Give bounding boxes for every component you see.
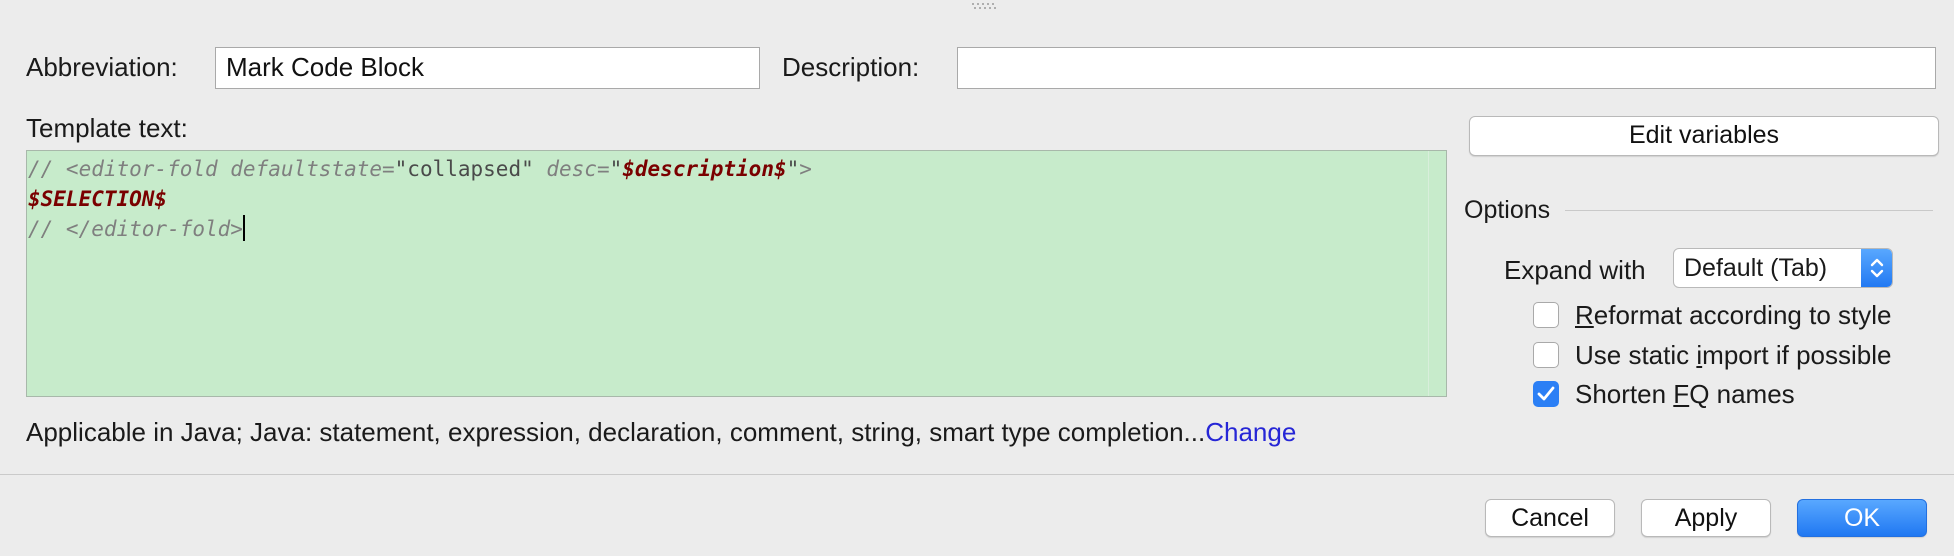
mnemonic-letter: R bbox=[1575, 300, 1594, 330]
template-text-label: Template text: bbox=[26, 113, 188, 143]
options-title: Options bbox=[1464, 196, 1551, 224]
abbreviation-label: Abbreviation: bbox=[26, 52, 178, 82]
code-token: $description$ bbox=[622, 157, 787, 181]
template-text-editor[interactable]: // <editor-fold defaultstate="collapsed"… bbox=[26, 150, 1447, 397]
label-text: Use static bbox=[1575, 340, 1697, 370]
label-text: eformat according to style bbox=[1593, 300, 1892, 330]
option-checkbox[interactable] bbox=[1533, 342, 1559, 368]
code-token: // <editor-fold defaultstate= bbox=[28, 157, 395, 181]
cancel-button[interactable]: Cancel bbox=[1485, 499, 1615, 537]
abbreviation-input[interactable]: Mark Code Block bbox=[215, 47, 760, 89]
code-line: $SELECTION$ bbox=[27, 184, 1446, 214]
description-label: Description: bbox=[782, 52, 920, 82]
change-context-link[interactable]: Change bbox=[1205, 417, 1296, 447]
expand-with-label: Expand with bbox=[1504, 255, 1646, 285]
options-divider bbox=[1565, 210, 1933, 211]
mnemonic-letter: F bbox=[1673, 379, 1690, 409]
code-token: "collapsed" bbox=[394, 157, 534, 181]
ok-button[interactable]: OK bbox=[1797, 499, 1927, 537]
apply-button[interactable]: Apply bbox=[1641, 499, 1771, 537]
option-checkbox-label[interactable]: Reformat according to style bbox=[1575, 300, 1891, 331]
applicable-text: Applicable in Java; Java: statement, exp… bbox=[26, 417, 1206, 447]
expand-with-value: Default (Tab) bbox=[1684, 254, 1828, 282]
text-caret bbox=[242, 215, 245, 241]
edit-variables-button[interactable]: Edit variables bbox=[1469, 116, 1939, 156]
label-text: mport if possible bbox=[1702, 340, 1892, 370]
chevron-updown-icon bbox=[1861, 249, 1892, 287]
footer-divider bbox=[0, 474, 1954, 475]
option-checkbox-label[interactable]: Shorten FQ names bbox=[1575, 379, 1795, 410]
option-checkbox[interactable] bbox=[1533, 302, 1559, 328]
code-token: $SELECTION$ bbox=[28, 187, 168, 211]
option-checkbox[interactable] bbox=[1533, 381, 1559, 407]
label-text: Shorten bbox=[1575, 379, 1674, 409]
code-token: > bbox=[799, 157, 812, 181]
resize-grip-icon[interactable] bbox=[970, 2, 1000, 10]
code-token: desc= bbox=[533, 157, 610, 181]
code-token: // </editor-fold> bbox=[28, 217, 243, 241]
checkmark-icon bbox=[1537, 386, 1555, 401]
code-token: " bbox=[609, 157, 623, 181]
description-input[interactable] bbox=[957, 47, 1936, 89]
label-text: Q names bbox=[1689, 379, 1795, 409]
expand-with-select[interactable]: Default (Tab) bbox=[1673, 248, 1893, 288]
code-token: " bbox=[786, 157, 800, 181]
right-margin-guide bbox=[1428, 151, 1429, 396]
applicable-context-text: Applicable in Java; Java: statement, exp… bbox=[26, 417, 1296, 448]
code-line: // <editor-fold defaultstate="collapsed"… bbox=[27, 154, 1446, 184]
option-checkbox-label[interactable]: Use static import if possible bbox=[1575, 340, 1891, 371]
code-line: // </editor-fold> bbox=[27, 214, 1446, 244]
